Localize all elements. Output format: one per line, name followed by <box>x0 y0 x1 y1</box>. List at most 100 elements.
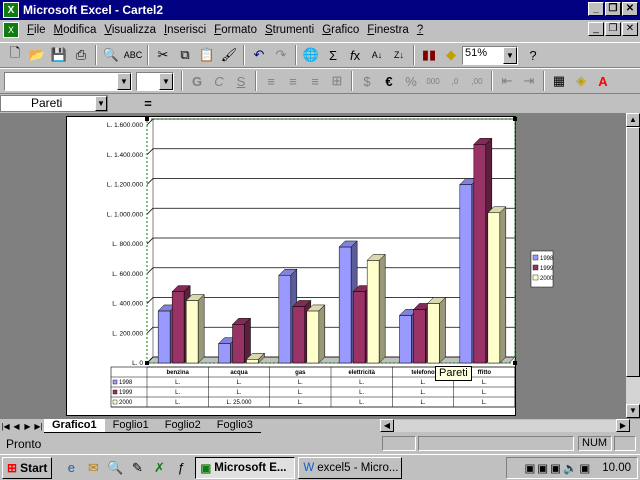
tab-foglio2[interactable]: Foglio2 <box>156 419 209 433</box>
status-panel-1 <box>382 436 416 451</box>
scroll-up-button[interactable]: ▲ <box>626 113 640 127</box>
align-left-icon[interactable]: ≡ <box>260 70 282 92</box>
bold-icon[interactable]: G <box>186 70 208 92</box>
hyperlink-icon[interactable]: 🌐 <box>300 44 322 66</box>
vertical-scrollbar[interactable]: ▲ ▼ <box>626 113 640 418</box>
function-icon[interactable]: fx <box>344 44 366 66</box>
tab-foglio3[interactable]: Foglio3 <box>208 419 261 433</box>
sort-asc-icon[interactable]: A↓ <box>366 44 388 66</box>
selection-handle <box>513 117 517 121</box>
menu-help[interactable]: ? <box>413 24 427 36</box>
currency-icon[interactable]: $ <box>356 70 378 92</box>
quicklaunch-icon[interactable]: ƒ <box>170 457 192 479</box>
tab-grafico1[interactable]: Grafico1 <box>44 419 105 433</box>
scroll-right-button[interactable]: ▶ <box>616 419 630 432</box>
formula-equals[interactable]: = <box>138 96 158 111</box>
zoom-combo[interactable]: 51% ▼ <box>462 45 518 65</box>
next-sheet-button[interactable]: ▶ <box>22 420 33 433</box>
status-text: Pronto <box>6 436 42 451</box>
doc-restore-button[interactable]: ❐ <box>605 22 621 36</box>
redo-icon[interactable]: ↷ <box>270 44 292 66</box>
bar <box>366 260 380 364</box>
drawing-icon[interactable]: ◆ <box>440 44 462 66</box>
tray-icons[interactable]: ▣▣▣🔊▣ <box>524 461 592 475</box>
help-icon[interactable]: ? <box>522 44 544 66</box>
windows-logo-icon: ⊞ <box>7 460 18 475</box>
print-preview-icon[interactable]: 🔍 <box>100 44 122 66</box>
last-sheet-button[interactable]: ▶| <box>33 420 44 433</box>
scroll-thumb[interactable] <box>626 127 640 377</box>
task-excel[interactable]: ▣ Microsoft E... <box>195 456 296 479</box>
new-icon[interactable]: 🗋 <box>4 44 26 66</box>
bar <box>399 315 412 364</box>
bar <box>185 300 199 364</box>
euro-icon[interactable]: € <box>378 70 400 92</box>
explorer-icon[interactable]: 🔍 <box>104 457 126 479</box>
chart-wizard-icon[interactable]: ▮▮ <box>418 44 440 66</box>
fill-color-icon[interactable]: ◈ <box>570 70 592 92</box>
bar-side <box>499 206 507 364</box>
save-icon[interactable]: 💾 <box>48 44 70 66</box>
name-box[interactable]: Pareti ▼ <box>0 94 108 112</box>
scroll-down-button[interactable]: ▼ <box>626 404 640 418</box>
borders-icon[interactable]: ▦ <box>548 70 570 92</box>
desktop-icon[interactable]: ✎ <box>126 457 148 479</box>
task-word[interactable]: W excel5 - Micro... <box>298 456 403 479</box>
prev-sheet-button[interactable]: ◀ <box>11 420 22 433</box>
ie-icon[interactable]: e <box>60 457 82 479</box>
close-button[interactable]: ✕ <box>622 2 638 16</box>
chevron-down-icon[interactable]: ▼ <box>159 72 173 90</box>
menu-visualizza[interactable]: Visualizza <box>100 24 160 36</box>
spelling-icon[interactable]: ABC <box>122 44 144 66</box>
percent-icon[interactable]: % <box>400 70 422 92</box>
menu-inserisci[interactable]: Inserisci <box>160 24 210 36</box>
y-tick-label: L. 800.000 <box>112 241 143 248</box>
start-button[interactable]: ⊞ Start <box>2 456 53 479</box>
excel-quick-icon[interactable]: ✗ <box>148 457 170 479</box>
format-painter-icon[interactable]: 🖌 <box>218 44 240 66</box>
chevron-down-icon[interactable]: ▼ <box>95 95 107 111</box>
cut-icon[interactable]: ✂ <box>152 44 174 66</box>
align-right-icon[interactable]: ≡ <box>304 70 326 92</box>
increase-decimal-icon[interactable]: ,0 <box>444 70 466 92</box>
copy-icon[interactable]: ⧉ <box>174 44 196 66</box>
doc-close-button[interactable]: ✕ <box>622 22 638 36</box>
decrease-decimal-icon[interactable]: ,00 <box>466 70 488 92</box>
horizontal-scrollbar[interactable]: ◀ ▶ <box>380 419 630 432</box>
open-icon[interactable]: 📂 <box>26 44 48 66</box>
italic-icon[interactable]: C <box>208 70 230 92</box>
autosum-icon[interactable]: Σ <box>322 44 344 66</box>
menu-strumenti[interactable]: Strumenti <box>261 24 318 36</box>
first-sheet-button[interactable]: |◀ <box>0 420 11 433</box>
bar <box>292 306 306 364</box>
sort-desc-icon[interactable]: Z↓ <box>388 44 410 66</box>
underline-icon[interactable]: S <box>230 70 252 92</box>
menu-file[interactable]: File <box>23 24 50 36</box>
excel-app-icon[interactable]: X <box>3 2 19 18</box>
indent-icon[interactable]: ⇥ <box>518 70 540 92</box>
minimize-button[interactable]: _ <box>588 2 604 16</box>
chevron-down-icon[interactable]: ▼ <box>117 72 131 90</box>
doc-minimize-button[interactable]: _ <box>588 22 604 36</box>
menu-grafico[interactable]: Grafico <box>318 24 363 36</box>
thousands-icon[interactable]: 000 <box>422 70 444 92</box>
merge-icon[interactable]: ⊞ <box>326 70 348 92</box>
chevron-down-icon[interactable]: ▼ <box>503 46 517 64</box>
print-icon[interactable]: ⎙ <box>70 44 92 66</box>
workbook-icon[interactable]: X <box>3 22 19 38</box>
size-combo[interactable]: ▼ <box>136 71 174 91</box>
undo-icon[interactable]: ↶ <box>248 44 270 66</box>
menu-formato[interactable]: Formato <box>210 24 261 36</box>
font-color-icon[interactable]: A <box>592 70 614 92</box>
outdent-icon[interactable]: ⇤ <box>496 70 518 92</box>
bar-side <box>439 296 446 364</box>
paste-icon[interactable]: 📋 <box>196 44 218 66</box>
align-center-icon[interactable]: ≡ <box>282 70 304 92</box>
tab-foglio1[interactable]: Foglio1 <box>104 419 157 433</box>
scroll-left-button[interactable]: ◀ <box>380 419 394 432</box>
restore-button[interactable]: ❐ <box>605 2 621 16</box>
menu-finestra[interactable]: Finestra <box>363 24 413 36</box>
outlook-icon[interactable]: ✉ <box>82 457 104 479</box>
menu-modifica[interactable]: Modifica <box>50 24 101 36</box>
font-combo[interactable]: ▼ <box>4 71 132 91</box>
